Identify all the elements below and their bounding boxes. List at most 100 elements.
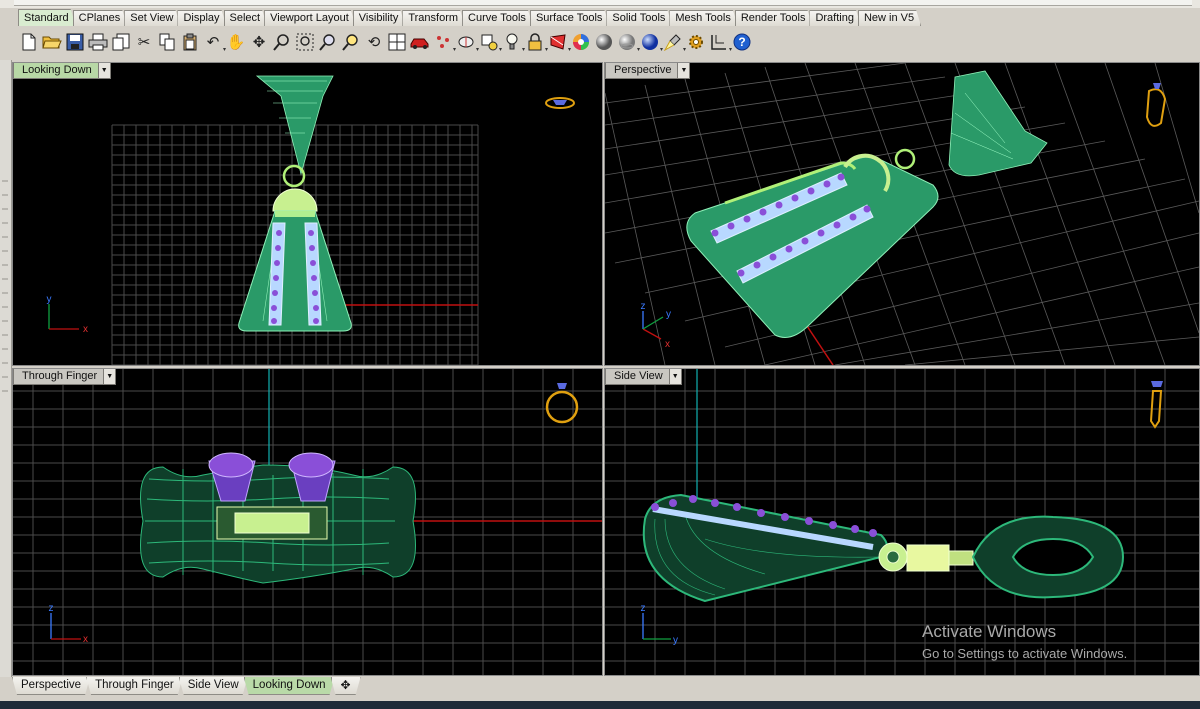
svg-text:y: y bbox=[673, 635, 678, 646]
tab-set-view[interactable]: Set View bbox=[124, 10, 180, 26]
snap-icon[interactable]: ▾ bbox=[478, 30, 502, 54]
grid-snap-icon[interactable]: ▾ bbox=[708, 30, 732, 54]
color-wheel-icon[interactable] bbox=[570, 30, 592, 54]
zoom-selected-icon[interactable] bbox=[340, 30, 362, 54]
pan-icon[interactable]: ✋ bbox=[225, 30, 247, 54]
rendered-sphere-icon[interactable]: ▾ bbox=[616, 30, 640, 54]
open-icon[interactable] bbox=[41, 30, 63, 54]
zoom-icon[interactable] bbox=[271, 30, 293, 54]
cut-icon[interactable]: ✂ bbox=[133, 30, 155, 54]
help-icon[interactable]: ? bbox=[731, 30, 753, 54]
viewport-tab-looking-down[interactable]: Looking Down bbox=[244, 677, 335, 695]
zoom-window-icon[interactable] bbox=[294, 30, 316, 54]
axis-indicator: y x bbox=[47, 294, 89, 335]
svg-text:y: y bbox=[666, 309, 671, 320]
chevron-down-icon[interactable]: ▼ bbox=[669, 369, 682, 385]
axis-indicator: z x bbox=[49, 603, 89, 645]
viewport-title-perspective[interactable]: Perspective ▼ bbox=[605, 63, 691, 79]
save-icon[interactable] bbox=[64, 30, 86, 54]
move-view-icon[interactable]: ✥ bbox=[248, 30, 270, 54]
zoom-extents-icon[interactable] bbox=[317, 30, 339, 54]
viewport-tab-side-view[interactable]: Side View bbox=[179, 677, 248, 695]
bail-connector bbox=[878, 542, 974, 572]
gear-icon[interactable] bbox=[685, 30, 707, 54]
viewport-looking-down[interactable]: Looking Down ▼ y x bbox=[12, 62, 603, 366]
activate-windows-watermark: Activate Windows Go to Settings to activ… bbox=[922, 622, 1127, 663]
standard-toolbar: ✂ ↶ ▾ ✋ ✥ ⟲ ▾ ▾ ▾ ▾ ▾ ▾ ▾ ▾ ▾ ▾ ? bbox=[18, 27, 1198, 57]
command-area-edge bbox=[14, 0, 1192, 6]
tab-select[interactable]: Select bbox=[224, 10, 268, 26]
viewport-title-label[interactable]: Looking Down bbox=[13, 63, 99, 79]
svg-text:z: z bbox=[641, 301, 646, 312]
watermark-title: Activate Windows bbox=[922, 622, 1057, 641]
points-icon[interactable]: ▾ bbox=[432, 30, 456, 54]
tab-render-tools[interactable]: Render Tools bbox=[735, 10, 813, 26]
tab-cplanes[interactable]: CPlanes bbox=[73, 10, 128, 26]
shaded-sphere-icon[interactable] bbox=[593, 30, 615, 54]
light-icon[interactable]: ▾ bbox=[501, 30, 525, 54]
new-icon[interactable] bbox=[18, 30, 40, 54]
viewport-tab-through-finger[interactable]: Through Finger bbox=[86, 677, 183, 695]
perspective-canvas: z x y bbox=[605, 63, 1199, 365]
svg-text:z: z bbox=[49, 603, 54, 614]
svg-text:?: ? bbox=[738, 35, 745, 49]
spotlight-icon[interactable]: ▾ bbox=[662, 30, 686, 54]
svg-text:z: z bbox=[641, 603, 646, 614]
chevron-down-icon[interactable]: ▼ bbox=[104, 369, 117, 385]
print-icon[interactable] bbox=[87, 30, 109, 54]
svg-text:x: x bbox=[665, 339, 670, 350]
lock-icon[interactable]: ▾ bbox=[524, 30, 548, 54]
toolbar-tabs: Standard CPlanes Set View Display Select… bbox=[18, 9, 918, 26]
copy-icon[interactable] bbox=[156, 30, 178, 54]
svg-text:y: y bbox=[47, 294, 52, 305]
watermark-subtitle: Go to Settings to activate Windows. bbox=[922, 646, 1128, 661]
tab-visibility[interactable]: Visibility bbox=[353, 10, 406, 26]
tab-drafting[interactable]: Drafting bbox=[809, 10, 861, 26]
rotate-view-icon[interactable]: ⟲ bbox=[363, 30, 385, 54]
undo-icon[interactable]: ↶ ▾ bbox=[202, 30, 226, 54]
viewport-title-looking-down[interactable]: Looking Down ▼ bbox=[13, 63, 111, 79]
pendant-body-side bbox=[642, 493, 888, 603]
looking-down-canvas: y x bbox=[47, 75, 575, 365]
tab-curve-tools[interactable]: Curve Tools bbox=[462, 10, 533, 26]
cplane-icon[interactable]: ▾ bbox=[455, 30, 479, 54]
tab-new-in-v5[interactable]: New in V5 bbox=[858, 10, 921, 26]
ring-nav-icon[interactable] bbox=[1145, 83, 1167, 127]
windows-taskbar-edge bbox=[0, 701, 1200, 709]
paste-icon[interactable] bbox=[179, 30, 201, 54]
pendant-bail bbox=[948, 70, 1048, 177]
tab-viewport-layout[interactable]: Viewport Layout bbox=[264, 10, 356, 26]
svg-text:x: x bbox=[83, 324, 88, 335]
chevron-down-icon[interactable]: ▼ bbox=[98, 63, 111, 79]
viewport-title-label[interactable]: Perspective bbox=[605, 63, 679, 79]
panel-handle[interactable] bbox=[2, 180, 8, 400]
pendant-nav-icon[interactable] bbox=[1149, 381, 1163, 429]
tab-solid-tools[interactable]: Solid Tools bbox=[606, 10, 672, 26]
material-icon[interactable]: ▾ bbox=[547, 30, 571, 54]
tab-surface-tools[interactable]: Surface Tools bbox=[530, 10, 609, 26]
tab-display[interactable]: Display bbox=[177, 10, 226, 26]
blue-sphere-icon[interactable]: ▾ bbox=[639, 30, 663, 54]
tab-standard[interactable]: Standard bbox=[18, 9, 76, 26]
viewport-tabs: Perspective Through Finger Side View Loo… bbox=[12, 677, 357, 697]
chevron-down-icon[interactable]: ▼ bbox=[678, 63, 691, 79]
tab-transform[interactable]: Transform bbox=[402, 10, 465, 26]
ring-nav-icon[interactable] bbox=[545, 97, 575, 109]
four-viewports-icon[interactable] bbox=[386, 30, 408, 54]
viewport-title-label[interactable]: Through Finger bbox=[13, 369, 105, 385]
through-finger-canvas: z x bbox=[13, 369, 602, 675]
svg-text:x: x bbox=[83, 634, 88, 645]
viewport-title-side-view[interactable]: Side View ▼ bbox=[605, 369, 682, 385]
viewport-title-label[interactable]: Side View bbox=[605, 369, 670, 385]
tab-mesh-tools[interactable]: Mesh Tools bbox=[669, 10, 737, 26]
add-viewport-tab-button[interactable]: ✥ bbox=[331, 677, 361, 695]
import-icon[interactable] bbox=[110, 30, 132, 54]
pendant-bail-side bbox=[971, 515, 1125, 599]
viewport-tab-perspective[interactable]: Perspective bbox=[12, 677, 90, 695]
viewport-perspective[interactable]: Perspective ▼ z x y bbox=[604, 62, 1200, 366]
left-panel-edge bbox=[0, 60, 12, 677]
setting-center bbox=[216, 506, 328, 540]
viewport-through-finger[interactable]: Through Finger ▼ z x bbox=[12, 368, 603, 676]
car-icon[interactable] bbox=[409, 30, 431, 54]
viewport-title-through-finger[interactable]: Through Finger ▼ bbox=[13, 369, 117, 385]
